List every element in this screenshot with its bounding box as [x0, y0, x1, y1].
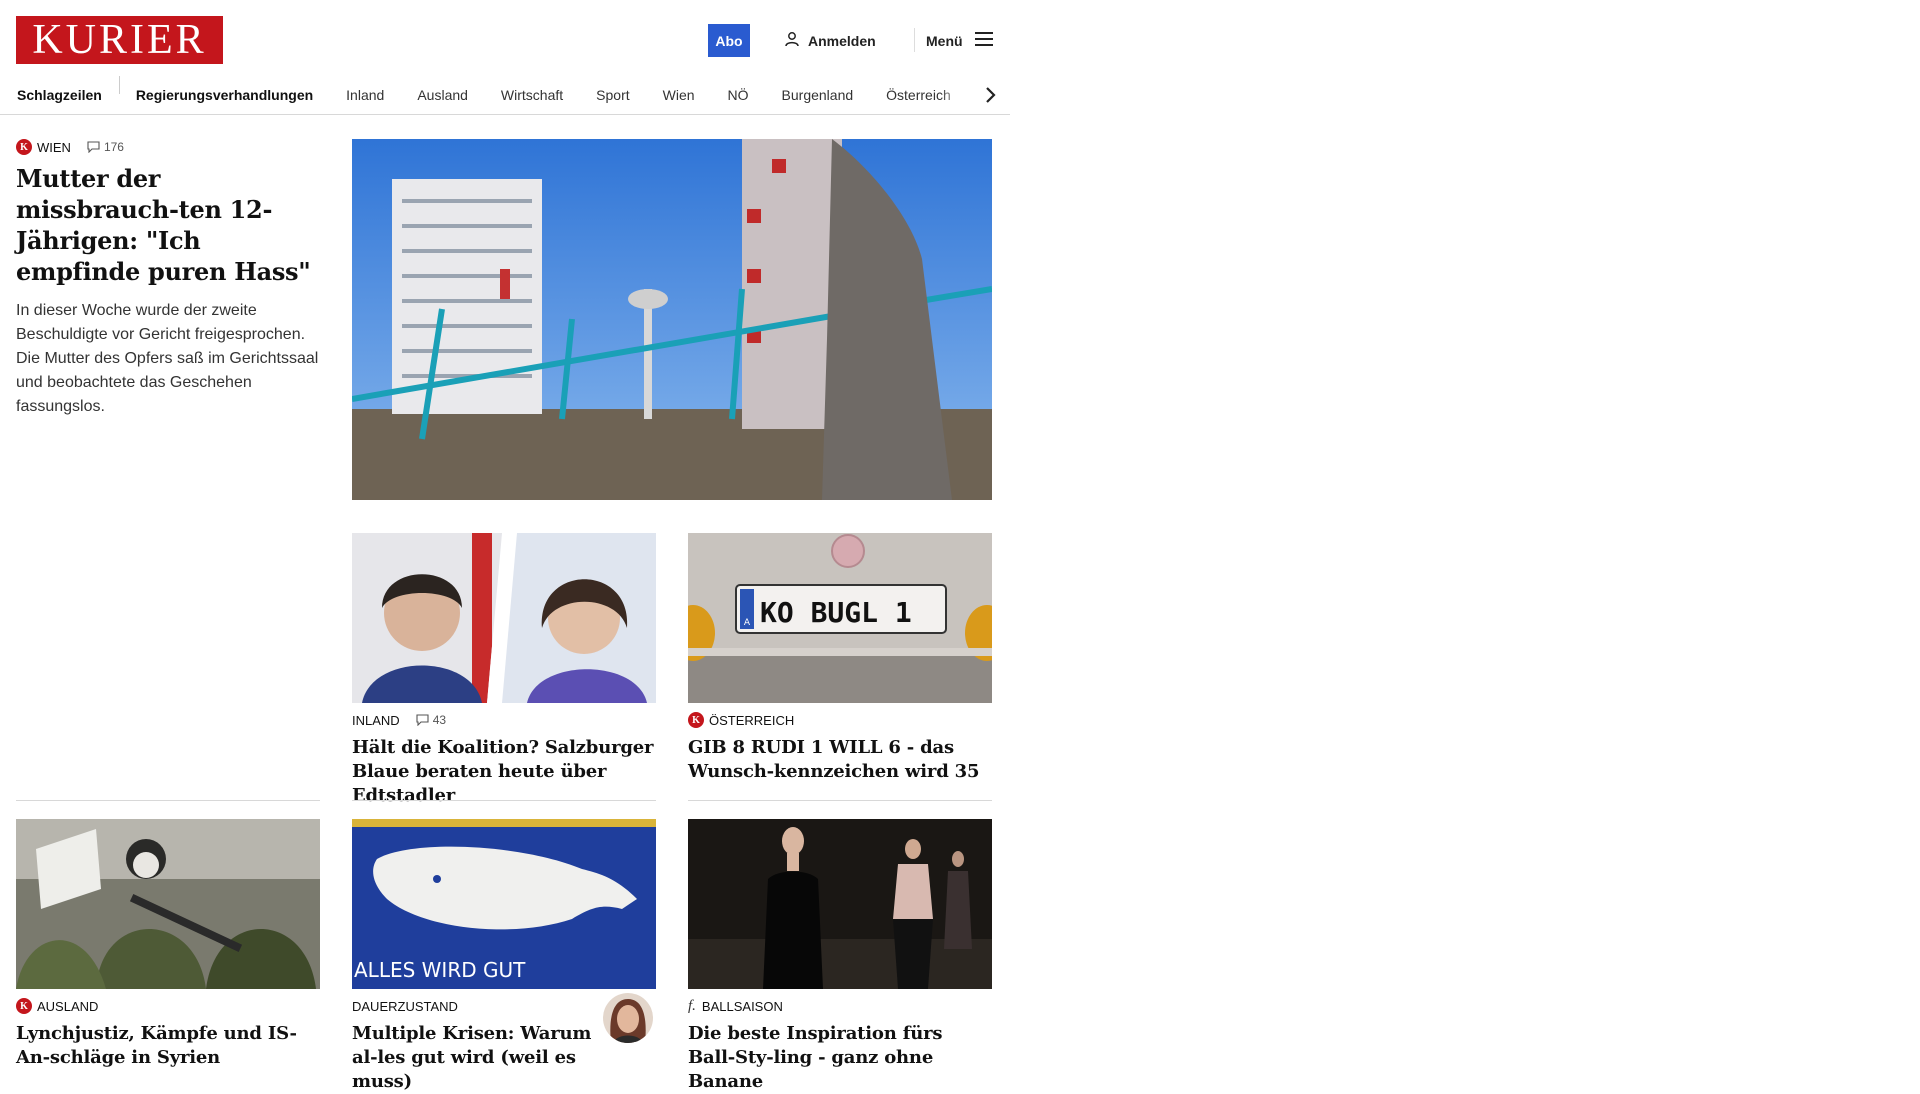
- nav-item-schlagzeilen[interactable]: Schlagzeilen: [17, 76, 102, 114]
- login-button[interactable]: Anmelden: [784, 24, 876, 57]
- menu-label: Menü: [926, 32, 963, 49]
- article-meta: f. BALLSAISON: [688, 998, 992, 1014]
- article-headline[interactable]: Multiple Krisen: Warum al-les gut wird (…: [352, 1022, 602, 1094]
- section-nav-list: Schlagzeilen Regierungsverhandlungen Inlan…: [17, 76, 985, 114]
- article-headline[interactable]: GIB 8 RUDI 1 WILL 6 - das Wunsch-kennzei…: [688, 736, 992, 784]
- category-label[interactable]: AUSLAND: [37, 999, 98, 1014]
- menu-button[interactable]: Menü: [926, 24, 993, 57]
- kurier-logo[interactable]: KURIER: [16, 16, 223, 64]
- chevron-right-icon[interactable]: [978, 83, 1002, 107]
- article-headline[interactable]: Lynchjustiz, Kämpfe und IS-An-schläge in…: [16, 1022, 320, 1070]
- article-image-ausland[interactable]: [16, 819, 320, 989]
- comments-count[interactable]: 176: [87, 140, 124, 154]
- article-image-oesterreich[interactable]: A KO BUGL 1: [688, 533, 992, 703]
- section-divider: [352, 800, 656, 801]
- lead-headline[interactable]: Mutter der missbrauch-ten 12-Jährigen: "…: [16, 163, 320, 287]
- article-card-oesterreich[interactable]: K ÖSTERREICH GIB 8 RUDI 1 WILL 6 - das W…: [688, 712, 992, 784]
- article-meta: K WIEN 176: [16, 139, 320, 155]
- lead-article-image[interactable]: [352, 139, 992, 500]
- site-header: KURIER Abo Anmelden Menü: [0, 0, 1010, 76]
- plate-country: A: [744, 618, 751, 628]
- article-meta: DAUERZUSTAND: [352, 998, 602, 1014]
- comments-count[interactable]: 43: [416, 713, 446, 727]
- nav-item-noe[interactable]: NÖ: [728, 76, 749, 114]
- lead-article[interactable]: K WIEN 176 Mutter der missbrauch-ten 12-…: [16, 139, 320, 419]
- nav-item-burgenland[interactable]: Burgenland: [782, 76, 854, 114]
- article-headline[interactable]: Die beste Inspiration fürs Ball-Sty-ling…: [688, 1022, 992, 1094]
- user-icon: [784, 31, 800, 50]
- article-image-ballsaison[interactable]: [688, 819, 992, 989]
- nav-item-ausland[interactable]: Ausland: [417, 76, 468, 114]
- article-card-ausland[interactable]: K AUSLAND Lynchjustiz, Kämpfe und IS-An-…: [16, 998, 320, 1070]
- section-nav: Schlagzeilen Regierungsverhandlungen Inlan…: [0, 76, 1010, 115]
- plate-text: KO BUGL 1: [760, 596, 912, 629]
- kurier-k-icon: K: [16, 998, 32, 1014]
- nav-divider: [118, 76, 120, 94]
- abo-button[interactable]: Abo: [708, 24, 750, 57]
- category-label[interactable]: ÖSTERREICH: [709, 713, 794, 728]
- section-divider: [688, 800, 992, 801]
- nav-item-sport[interactable]: Sport: [596, 76, 629, 114]
- image-caption-text: ALLES WIRD GUT: [354, 958, 526, 982]
- freizeit-icon: f.: [688, 997, 696, 1014]
- article-card-inland[interactable]: INLAND 43 Hält die Koalition? Salzburger…: [352, 712, 656, 808]
- category-label[interactable]: DAUERZUSTAND: [352, 999, 458, 1014]
- article-image-inland[interactable]: [352, 533, 656, 703]
- comments-number: 176: [103, 140, 124, 154]
- login-label: Anmelden: [808, 32, 876, 49]
- hamburger-icon: [974, 32, 993, 49]
- article-meta: INLAND 43: [352, 712, 656, 728]
- comment-icon: [416, 714, 429, 726]
- category-label[interactable]: WIEN: [37, 140, 71, 155]
- page: KURIER Abo Anmelden Menü Schlagzeilen Reg…: [0, 0, 1010, 1092]
- nav-item-wirtschaft[interactable]: Wirtschaft: [501, 76, 563, 114]
- article-meta: K AUSLAND: [16, 998, 320, 1014]
- author-avatar[interactable]: [603, 993, 653, 1043]
- nav-item-inland[interactable]: Inland: [346, 76, 384, 114]
- nav-item-regierungsverhandlungen[interactable]: Regierungsverhandlungen: [136, 76, 313, 114]
- category-label[interactable]: BALLSAISON: [702, 999, 783, 1014]
- nav-item-wien[interactable]: Wien: [663, 76, 695, 114]
- article-image-dauerzustand[interactable]: ALLES WIRD GUT: [352, 819, 656, 989]
- kurier-k-icon: K: [16, 139, 32, 155]
- comments-number: 43: [432, 713, 447, 727]
- lead-teaser: In dieser Woche wurde der zweite Beschul…: [16, 302, 319, 415]
- kurier-k-icon: K: [688, 712, 704, 728]
- article-meta: K ÖSTERREICH: [688, 712, 992, 728]
- article-headline[interactable]: Hält die Koalition? Salzburger Blaue ber…: [352, 736, 656, 808]
- header-divider: [914, 28, 915, 52]
- comment-icon: [87, 141, 100, 153]
- section-divider: [16, 800, 320, 801]
- category-label[interactable]: INLAND: [352, 713, 400, 728]
